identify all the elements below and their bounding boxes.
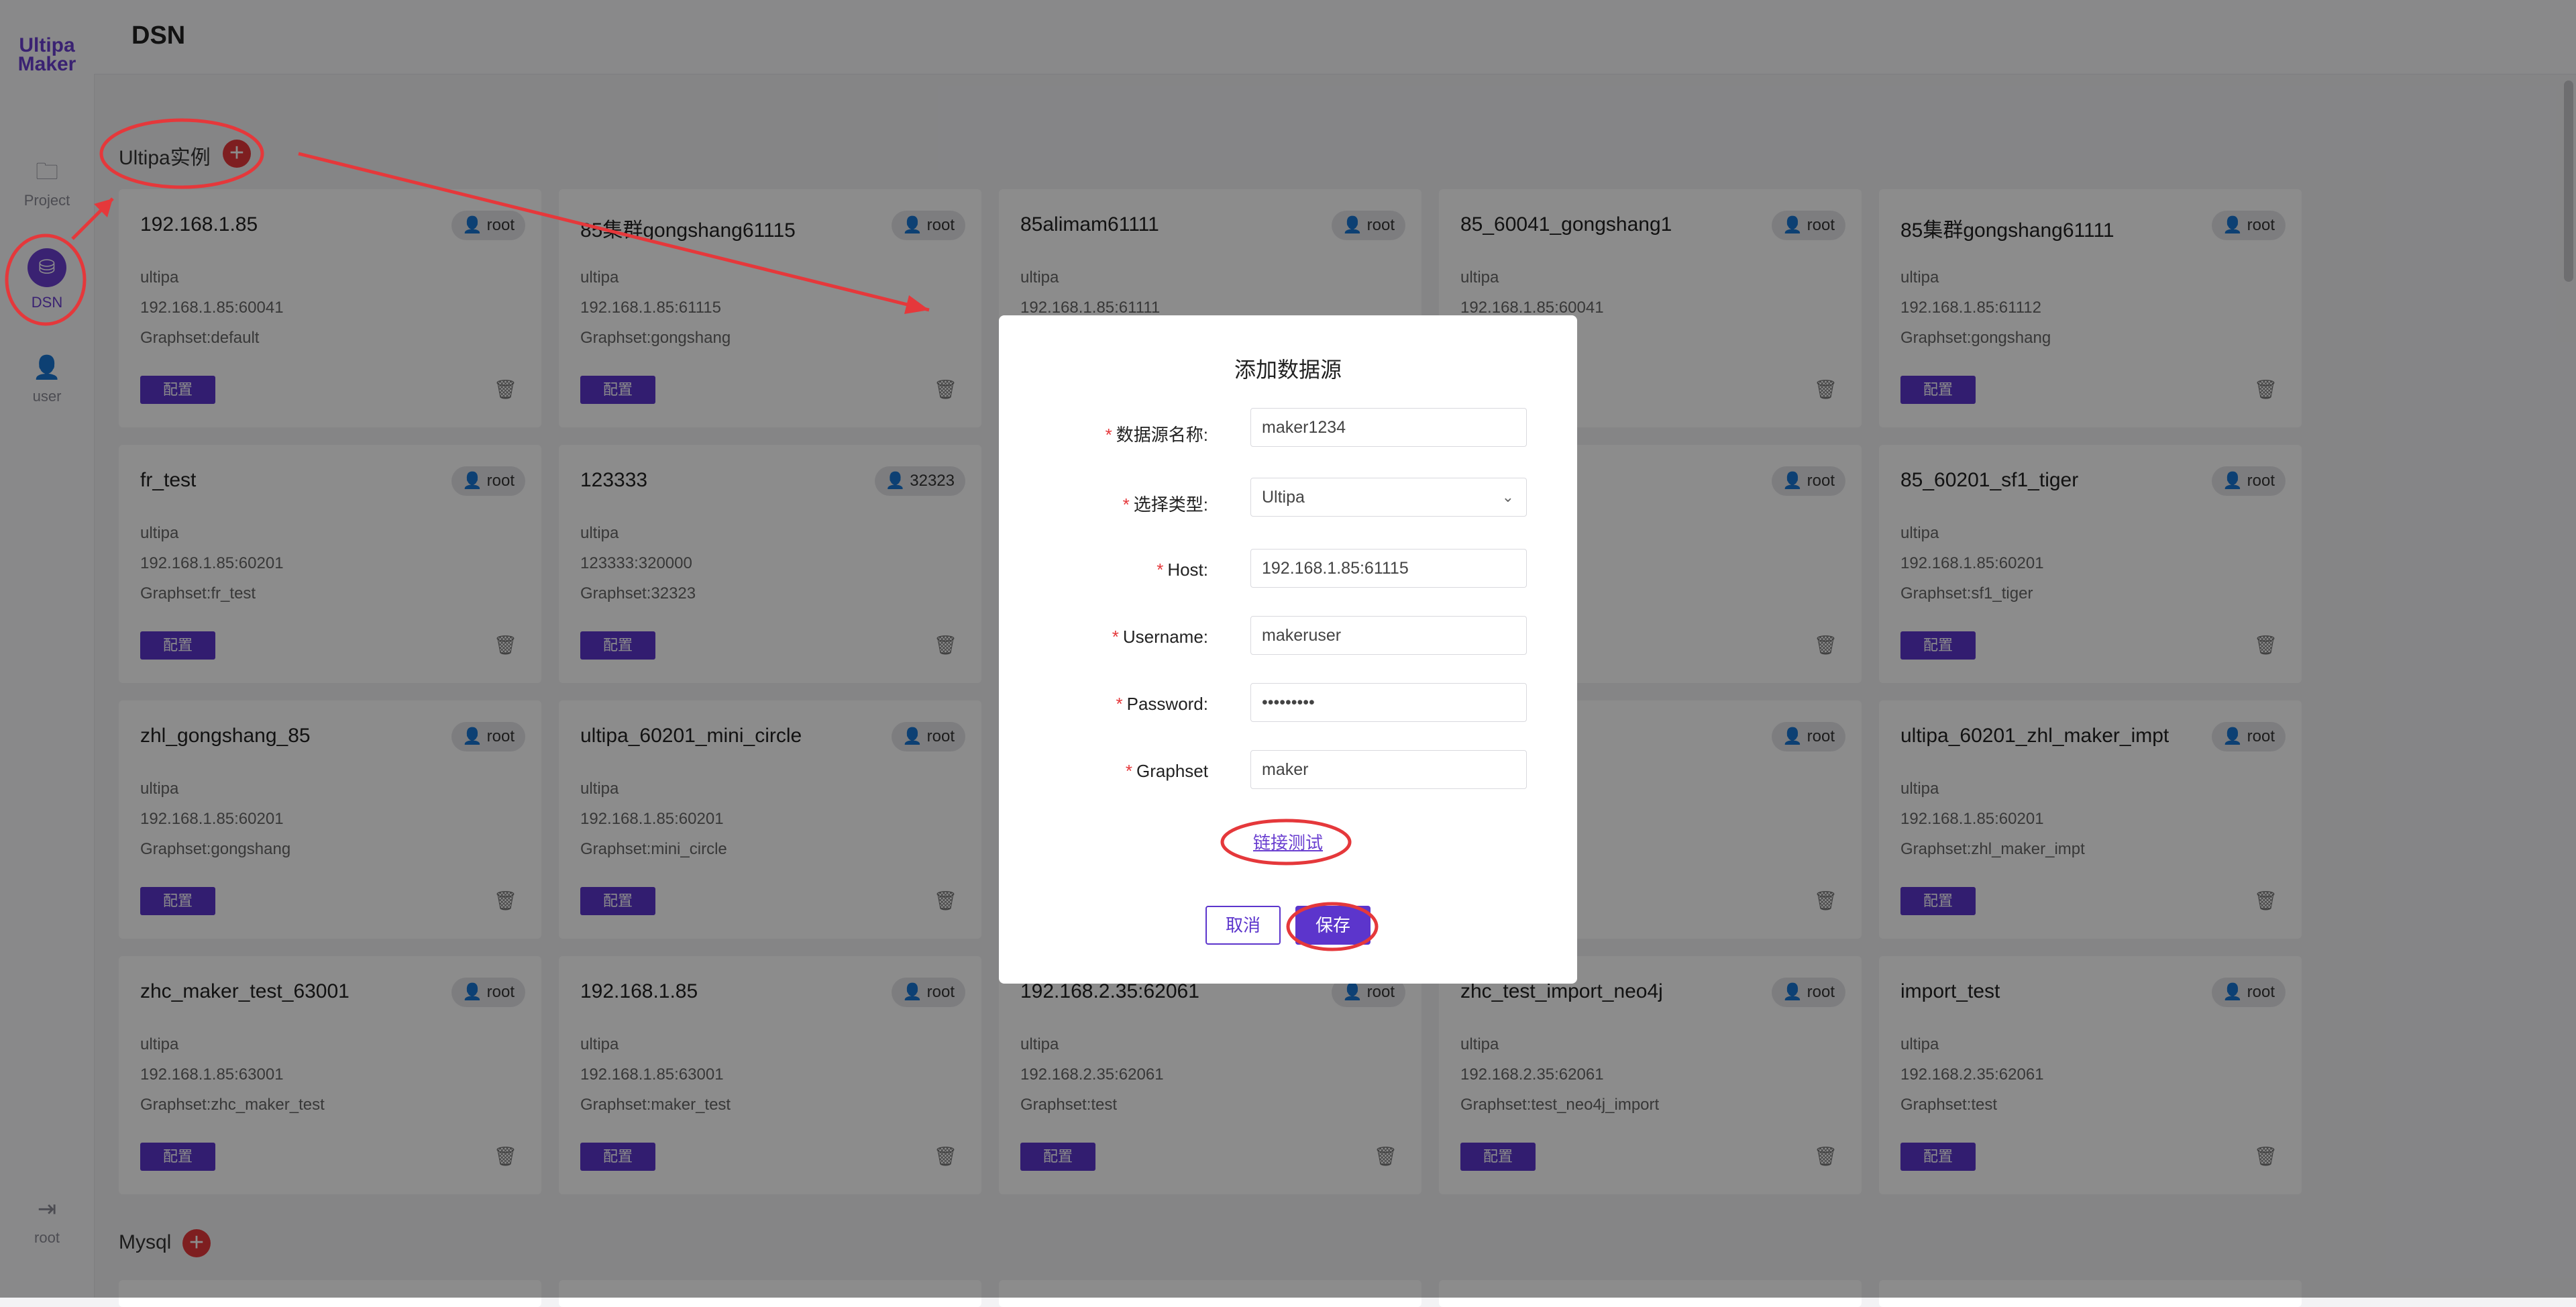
- datasource-name-input[interactable]: [1250, 408, 1527, 447]
- type-select-value: Ultipa: [1262, 488, 1305, 507]
- field-label-host: * Host:: [1157, 560, 1208, 580]
- host-input[interactable]: [1250, 549, 1527, 588]
- field-label-type: * 选择类型:: [1122, 494, 1208, 515]
- field-label-password: * Password:: [1116, 694, 1208, 714]
- field-label-username: * Username:: [1112, 627, 1208, 647]
- username-input[interactable]: [1250, 616, 1527, 655]
- add-datasource-dialog: 添加数据源 *数据源名称: *选择类型: Ultipa ⌄ *Host: *Us…: [999, 315, 1577, 984]
- field-label-name: * 数据源名称:: [1105, 425, 1208, 445]
- cancel-button[interactable]: 取消: [1205, 906, 1281, 945]
- chevron-down-icon: ⌄: [1501, 488, 1514, 505]
- dialog-title: 添加数据源: [1234, 358, 1342, 382]
- password-input[interactable]: •••••••••: [1250, 683, 1527, 722]
- test-connection-link[interactable]: 链接测试: [999, 829, 1577, 854]
- field-label-graphset: * Graphset: [1125, 761, 1208, 781]
- type-select[interactable]: Ultipa ⌄: [1250, 478, 1527, 517]
- graphset-input[interactable]: [1250, 750, 1527, 789]
- save-button[interactable]: 保存: [1295, 906, 1371, 945]
